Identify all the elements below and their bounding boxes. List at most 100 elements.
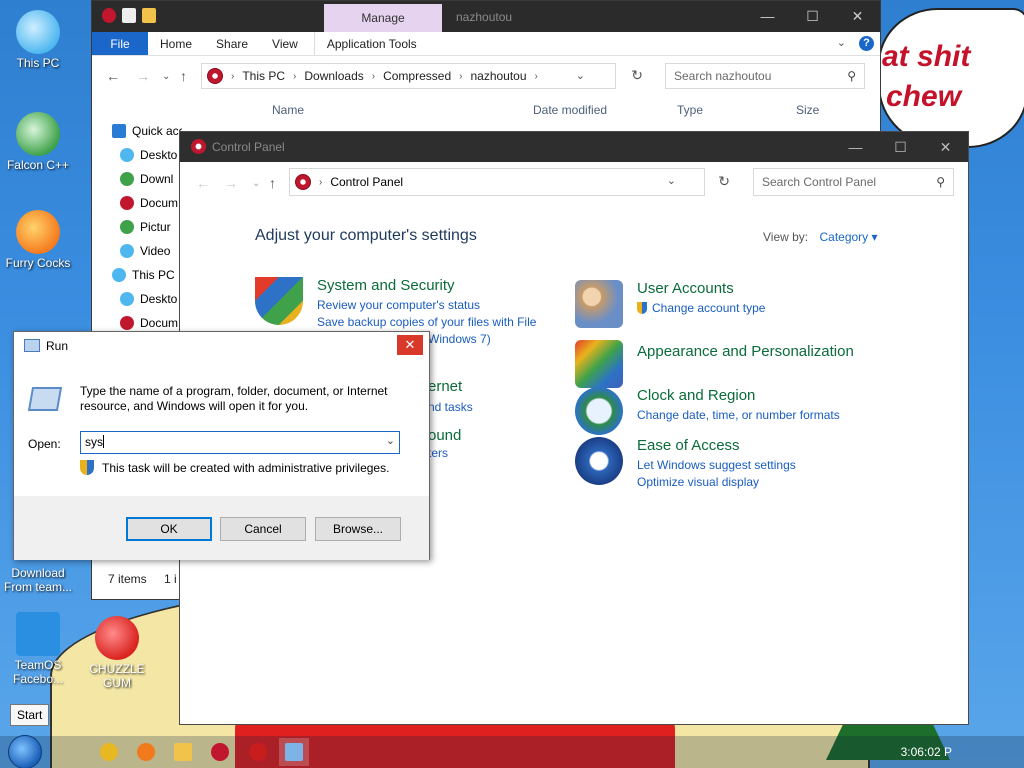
category-title[interactable]: Ease of Access	[637, 437, 796, 454]
close-icon[interactable]: ✕	[397, 335, 423, 355]
breadcrumb-nazhoutou[interactable]: nazhoutou	[470, 69, 526, 83]
partial-link-tasks[interactable]: nd tasks	[428, 400, 473, 414]
nav-item-quick-access[interactable]: Quick access	[112, 119, 182, 143]
column-name[interactable]: Name	[272, 103, 304, 117]
link-change-date-time[interactable]: Change date, time, or number formats	[637, 407, 840, 424]
recent-chevron-icon[interactable]: ⌄	[162, 71, 170, 82]
new-folder-icon[interactable]	[142, 8, 156, 23]
checklist-icon[interactable]	[122, 8, 136, 23]
column-date-modified[interactable]: Date modified	[533, 103, 607, 117]
desktop-icon-teamos[interactable]: TeamOS Facebo...	[3, 612, 73, 686]
control-panel-icon	[295, 174, 311, 190]
control-panel-titlebar[interactable]: Control Panel — ☐ ✕	[180, 132, 968, 162]
breadcrumb-control-panel[interactable]: Control Panel	[330, 175, 403, 189]
nav-item-pictures[interactable]: Pictur	[112, 215, 182, 239]
control-panel-address-bar[interactable]: › Control Panel ⌄ ↻	[289, 168, 730, 196]
admin-notice-text: This task will be created with administr…	[102, 460, 390, 475]
explorer-titlebar[interactable]: Manage nazhoutou — ☐ ✕	[92, 1, 880, 32]
explorer-address-bar[interactable]: › This PC › Downloads › Compressed › naz…	[201, 63, 643, 89]
manage-contextual-tab[interactable]: Manage	[324, 4, 442, 32]
back-arrow-icon[interactable]: ←	[196, 175, 210, 191]
view-by-dropdown[interactable]: Category ▾	[819, 230, 877, 244]
category-title[interactable]: User Accounts	[637, 280, 765, 297]
separator-icon: ›	[371, 70, 376, 82]
chrome-icon	[100, 743, 118, 761]
nav-item-label: Docum	[140, 196, 179, 210]
column-type[interactable]: Type	[677, 103, 703, 117]
separator-icon: ›	[231, 70, 235, 82]
ok-button[interactable]: OK	[126, 517, 212, 541]
forward-arrow-icon[interactable]: →	[224, 175, 238, 191]
close-icon[interactable]: ✕	[923, 132, 968, 162]
taskbar-chrome[interactable]	[94, 738, 124, 766]
link-let-windows-suggest[interactable]: Let Windows suggest settings	[637, 457, 796, 474]
taskbar-explorer[interactable]	[168, 738, 198, 766]
column-size[interactable]: Size	[796, 103, 819, 117]
desktop-icon-chuzzle[interactable]: CHUZZLE GUM	[82, 616, 152, 690]
breadcrumb-downloads[interactable]: Downloads	[304, 69, 363, 83]
forward-arrow-icon[interactable]: →	[136, 68, 150, 84]
nav-item-desktop[interactable]: Deskto	[112, 143, 182, 167]
desktop-icon-download[interactable]: Download From team...	[3, 566, 73, 594]
link-optimize-visual[interactable]: Optimize visual display	[637, 474, 796, 491]
browse-button[interactable]: Browse...	[315, 517, 401, 541]
control-panel-search-input[interactable]: Search Control Panel ⚲	[753, 168, 954, 196]
taskbar-red-app[interactable]	[243, 738, 273, 766]
desktop-icon-firefox[interactable]: Furry Cocks	[3, 210, 73, 270]
chevron-down-icon[interactable]: ⌄	[386, 434, 395, 447]
breadcrumb-compressed[interactable]: Compressed	[383, 69, 451, 83]
link-partial[interactable]: Windows 7)	[428, 331, 536, 348]
nav-item-downloads[interactable]: Downl	[112, 167, 182, 191]
back-arrow-icon[interactable]: ←	[106, 68, 120, 84]
open-combobox[interactable]: sys ⌄	[80, 431, 400, 454]
refresh-icon[interactable]: ↻	[631, 67, 643, 84]
properties-icon[interactable]	[102, 8, 116, 23]
partial-category-network[interactable]: ernet	[428, 378, 462, 395]
breadcrumb-this-pc[interactable]: This PC	[242, 69, 285, 83]
chevron-down-icon[interactable]: ⌄	[837, 36, 846, 49]
link-save-backup[interactable]: Save backup copies of your files with Fi…	[317, 314, 536, 331]
open-input-value[interactable]: sys	[85, 435, 103, 449]
nav-item-documents[interactable]: Docum	[112, 191, 182, 215]
address-dropdown-icon[interactable]: ⌄	[667, 174, 676, 187]
desktop-icon-label: This PC	[16, 56, 60, 70]
tab-share[interactable]: Share	[204, 32, 260, 55]
cancel-button[interactable]: Cancel	[220, 517, 306, 541]
recent-chevron-icon[interactable]: ⌄	[252, 178, 260, 189]
nav-item-videos[interactable]: Video	[112, 239, 182, 263]
maximize-icon[interactable]: ☐	[878, 132, 923, 162]
explorer-search-input[interactable]: Search nazhoutou ⚲	[665, 63, 865, 89]
close-icon[interactable]: ✕	[835, 1, 880, 31]
tab-file[interactable]: File	[92, 32, 148, 55]
tab-home[interactable]: Home	[148, 32, 204, 55]
minimize-icon[interactable]: —	[833, 132, 878, 162]
link-review-status[interactable]: Review your computer's status	[317, 297, 536, 314]
minimize-icon[interactable]: —	[745, 1, 790, 31]
start-button[interactable]	[8, 735, 42, 768]
partial-link-printers[interactable]: ters	[428, 446, 448, 460]
refresh-icon[interactable]: ↻	[718, 173, 730, 190]
partial-category-sound[interactable]: ound	[428, 427, 461, 444]
tab-application-tools[interactable]: Application Tools	[313, 32, 429, 55]
taskbar-firefox[interactable]	[131, 738, 161, 766]
desktop-icon-falcon[interactable]: Falcon C++	[3, 112, 73, 172]
category-title[interactable]: Clock and Region	[637, 387, 840, 404]
tab-view[interactable]: View	[260, 32, 310, 55]
help-icon[interactable]: ?	[859, 36, 874, 51]
up-arrow-icon[interactable]: ↑	[269, 175, 276, 191]
up-arrow-icon[interactable]: ↑	[180, 68, 187, 84]
category-title[interactable]: Appearance and Personalization	[637, 343, 854, 360]
taskbar-run[interactable]	[279, 738, 309, 766]
nav-item-this-pc[interactable]: This PC	[112, 263, 182, 287]
maximize-icon[interactable]: ☐	[790, 1, 835, 31]
nav-item-desktop-2[interactable]: Deskto	[112, 287, 182, 311]
desktop-icon-this-pc[interactable]: This PC	[3, 10, 73, 70]
run-dialog[interactable]: Run ✕ Type the name of a program, folder…	[13, 331, 430, 560]
taskbar-control-panel[interactable]	[205, 738, 235, 766]
run-titlebar[interactable]: Run ✕	[14, 332, 429, 360]
address-dropdown-icon[interactable]: ⌄	[576, 69, 585, 82]
link-change-account-type[interactable]: Change account type	[637, 300, 765, 317]
taskbar-clock[interactable]: 3:06:02 P	[901, 745, 952, 759]
separator-icon: ›	[293, 70, 297, 82]
category-title[interactable]: System and Security	[317, 277, 536, 294]
